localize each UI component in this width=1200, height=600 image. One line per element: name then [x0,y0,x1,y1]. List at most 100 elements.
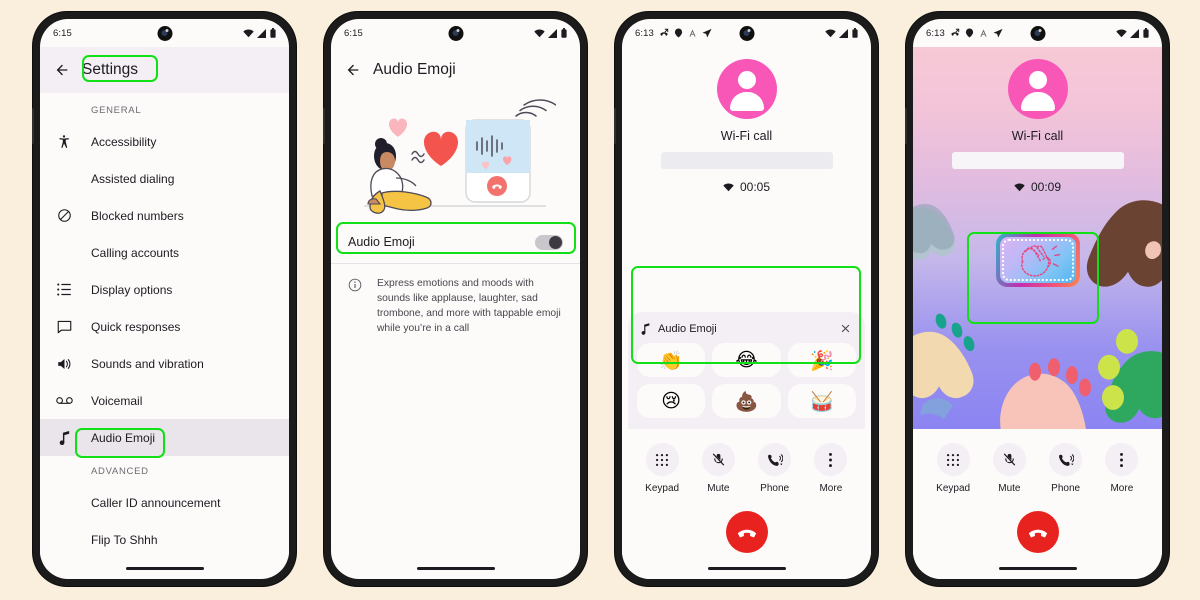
settings-row-label: Blocked numbers [91,208,184,223]
settings-row-sounds-and-vibration[interactable]: Sounds and vibration [40,345,289,382]
phone-1-settings: 6:15 Settings GENERAL Accessibility Assi… [32,12,296,586]
avatar-head [1028,71,1047,89]
missed-call-icon [660,28,669,36]
control-more[interactable]: More [804,443,858,494]
settings-row-display-options[interactable]: Display options [40,271,289,308]
avatar [1007,59,1068,119]
mic-off-icon[interactable] [701,443,735,476]
audio-emoji-sheet: Audio Emoji 👏 😂 🎉 😢 💩 🥁 [628,312,865,429]
settings-row-label: Voicemail [91,393,143,408]
font-icon [980,29,987,37]
control-label: More [819,483,843,494]
end-call-button[interactable] [725,511,768,553]
phone-2-screen: 6:15 Audio Emoji Audio Emoji Express emo… [331,19,580,579]
settings-row-accessibility[interactable]: Accessibility [40,123,289,160]
marquee-dotted-border [1001,239,1074,281]
camera-punchhole-icon [448,26,463,41]
control-label: More [1110,483,1134,494]
hand-light-tan [913,313,975,399]
settings-row-caller-id-announcement[interactable]: Caller ID announcement [40,484,289,521]
music-note-icon [54,430,74,445]
status-time: 6:13 [635,27,654,39]
status-time: 6:15 [53,27,72,39]
audio-emoji-toggle-row[interactable]: Audio Emoji [331,221,580,263]
signal-icon [839,28,848,38]
back-arrow-icon[interactable] [345,62,361,78]
dialpad-icon[interactable] [936,443,970,476]
battery-icon [270,28,276,38]
switch-thumb [548,235,562,249]
camera-punchhole-icon [739,26,754,41]
control-keypad[interactable]: Keypad [635,443,689,494]
caller-number-redacted [951,152,1124,169]
control-phone[interactable]: Phone [1039,443,1093,494]
settings-row-label: Accessibility [91,134,157,149]
accessibility-icon [54,134,74,149]
hand-pink [1000,358,1091,429]
battery-icon [852,28,858,38]
avatar [716,59,777,119]
gesture-navbar[interactable] [125,567,204,570]
control-mute[interactable]: Mute [691,443,745,494]
signal-icon [257,28,266,38]
phone-2-audio-emoji-settings: 6:15 Audio Emoji Audio Emoji Express emo… [323,12,587,586]
end-call-button[interactable] [1016,511,1059,553]
more-vert-icon[interactable] [814,443,848,476]
emoji-button-pile-of-poo[interactable]: 💩 [712,384,781,418]
settings-row-quick-responses[interactable]: Quick responses [40,308,289,345]
gesture-navbar[interactable] [416,567,495,570]
control-label: Mute [707,483,730,494]
settings-row-label: Quick responses [91,319,181,334]
music-note-icon [641,322,650,335]
page-title: Audio Emoji [373,61,456,78]
phone-4-in-call-clap-animation: 6:13 Wi-Fi call 00:09 Keypad Mute Phone … [905,12,1169,586]
close-icon[interactable] [839,322,852,335]
call-controls-panel: Keypad Mute Phone More [913,429,1162,579]
control-more[interactable]: More [1095,443,1149,494]
emoji-button-clapping-hands[interactable]: 👏 [637,343,706,377]
avatar-body [729,92,764,111]
end-call-icon [1028,529,1047,538]
settings-row-assisted-dialing[interactable]: Assisted dialing [40,160,289,197]
signal-icon [548,28,557,38]
phone-1-screen: 6:15 Settings GENERAL Accessibility Assi… [40,19,289,579]
control-mute[interactable]: Mute [982,443,1036,494]
audio-emoji-grid: 👏 😂 🎉 😢 💩 🥁 [637,343,856,418]
back-arrow-icon[interactable] [54,62,70,78]
phone-switch-icon[interactable] [758,443,792,476]
mic-off-icon[interactable] [992,443,1026,476]
more-vert-icon[interactable] [1105,443,1139,476]
appbar: Audio Emoji [331,47,580,93]
settings-row-flip-to-shhh[interactable]: Flip To Shhh [40,521,289,558]
hand-green [1098,329,1162,423]
emoji-button-party-popper[interactable]: 🎉 [787,343,856,377]
emoji-button-crying-face[interactable]: 😢 [637,384,706,418]
settings-row-blocked-numbers[interactable]: Blocked numbers [40,197,289,234]
control-label: Phone [1051,483,1081,494]
call-status-label: Wi-Fi call [1011,129,1064,143]
audio-emoji-sheet-header: Audio Emoji [637,320,856,343]
settings-row-label: Assisted dialing [91,171,175,186]
call-controls-row: Keypad Mute Phone More [622,429,871,494]
settings-row-audio-emoji[interactable]: Audio Emoji [40,419,289,456]
emoji-button-face-with-tears-of-joy[interactable]: 😂 [712,343,781,377]
dialpad-icon[interactable] [645,443,679,476]
gesture-navbar[interactable] [707,567,786,570]
speaker-icon [54,357,74,371]
status-right-icons [243,28,276,38]
page-title: Settings [82,61,139,78]
emoji-button-drum[interactable]: 🥁 [787,384,856,418]
control-label: Phone [760,483,790,494]
control-phone[interactable]: Phone [748,443,802,494]
audio-emoji-switch[interactable] [535,234,563,250]
settings-row-label: Display options [91,282,173,297]
call-header: Wi-Fi call 00:09 [913,47,1162,194]
settings-row-voicemail[interactable]: Voicemail [40,382,289,419]
end-call-icon [737,529,756,538]
signal-icon [1130,28,1139,38]
audio-emoji-description-text: Express emotions and moods with sounds l… [377,278,561,334]
gesture-navbar[interactable] [998,567,1077,570]
phone-switch-icon[interactable] [1049,443,1083,476]
control-keypad[interactable]: Keypad [926,443,980,494]
settings-row-calling-accounts[interactable]: Calling accounts [40,234,289,271]
